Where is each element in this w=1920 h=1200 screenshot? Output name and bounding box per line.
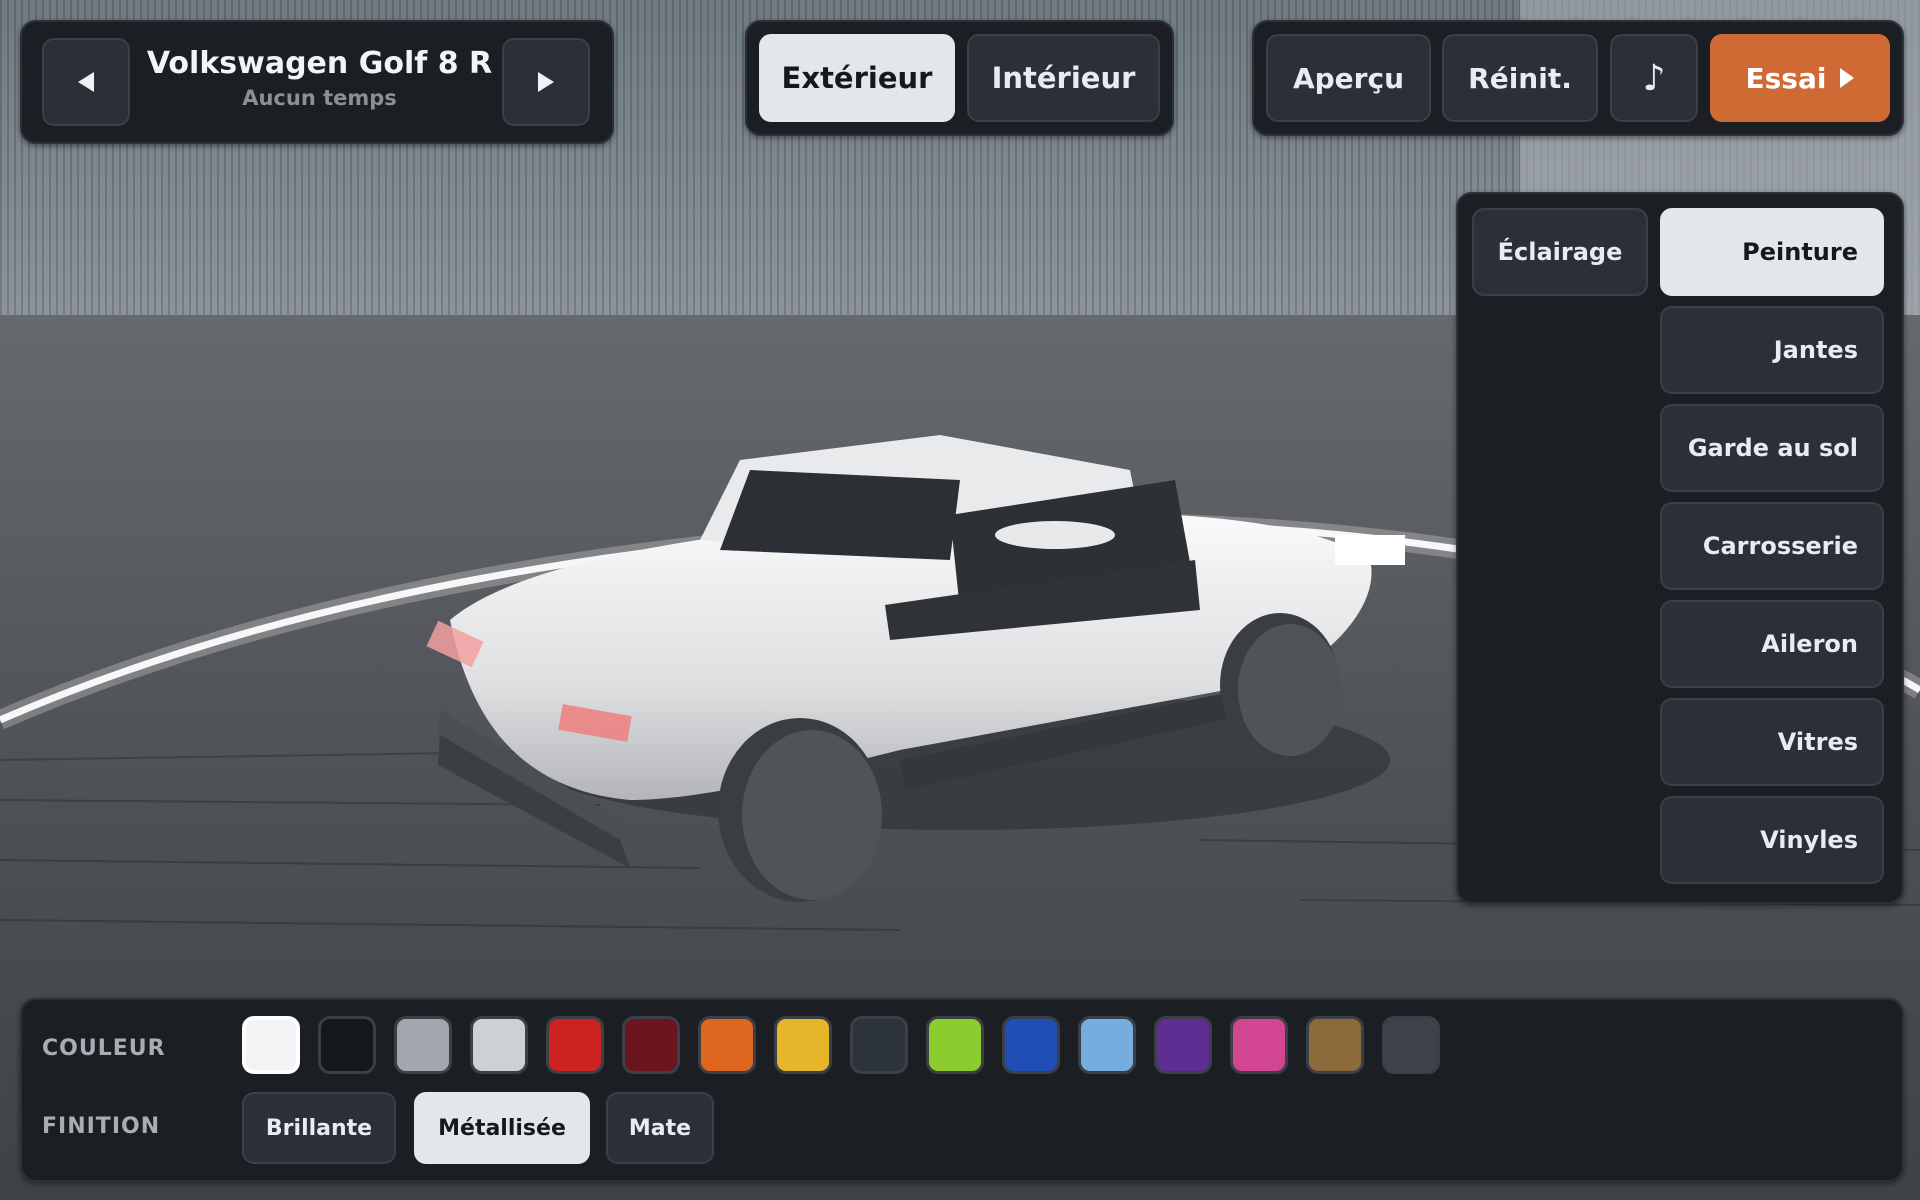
preview-label: Aperçu [1292,61,1405,95]
color-swatch[interactable] [926,1016,984,1074]
preview-button[interactable]: Aperçu [1266,34,1431,122]
previous-car-button[interactable] [42,38,130,126]
menu-item-label: Peinture [1742,238,1858,266]
play-icon [1840,68,1855,88]
menu-item-label: Aileron [1761,630,1858,658]
test-drive-label: Essai [1745,61,1827,95]
color-swatch[interactable] [1230,1016,1288,1074]
arrow-left-icon [78,72,94,92]
tab-exterior[interactable]: Extérieur [759,34,955,122]
arrow-right-icon [538,72,554,92]
menu-item-bodywork[interactable]: Carrosserie [1660,502,1884,590]
actions-panel: Aperçu Réinit. ♪ Essai [1252,20,1904,136]
menu-item-label: Carrosserie [1702,532,1858,560]
finish-label: Mate [628,1115,692,1141]
menu-item-label: Jantes [1773,336,1858,364]
color-swatch[interactable] [1078,1016,1136,1074]
color-swatch[interactable] [242,1016,300,1074]
color-swatch[interactable] [1306,1016,1364,1074]
lighting-label: Éclairage [1497,238,1623,266]
finish-metallic-button[interactable]: Métallisée [414,1092,590,1164]
color-swatch[interactable] [470,1016,528,1074]
menu-item-label: Vitres [1777,728,1858,756]
finish-label: Brillante [265,1115,373,1141]
reset-label: Réinit. [1468,61,1572,95]
color-swatch[interactable] [1382,1016,1440,1074]
car-selector-panel: Volkswagen Golf 8 R Aucun temps [20,20,614,144]
test-drive-button[interactable]: Essai [1710,34,1890,122]
menu-item-ride-height[interactable]: Garde au sol [1660,404,1884,492]
color-swatch[interactable] [318,1016,376,1074]
color-swatch[interactable] [1154,1016,1212,1074]
color-row-label: COULEUR [42,1036,166,1061]
reset-button[interactable]: Réinit. [1442,34,1598,122]
finish-matte-button[interactable]: Mate [606,1092,714,1164]
finish-gloss-button[interactable]: Brillante [242,1092,396,1164]
menu-item-paint[interactable]: Peinture [1660,208,1884,296]
color-swatch[interactable] [622,1016,680,1074]
tab-interior[interactable]: Intérieur [967,34,1160,122]
color-swatch[interactable] [546,1016,604,1074]
color-swatch[interactable] [394,1016,452,1074]
menu-item-vinyls[interactable]: Vinyles [1660,796,1884,884]
music-button[interactable]: ♪ [1610,34,1698,122]
view-tabs-panel: Extérieur Intérieur [745,20,1174,136]
menu-item-spoiler[interactable]: Aileron [1660,600,1884,688]
next-car-button[interactable] [502,38,590,126]
menu-item-label: Garde au sol [1687,434,1858,462]
color-swatch[interactable] [850,1016,908,1074]
color-swatch[interactable] [774,1016,832,1074]
color-swatch[interactable] [1002,1016,1060,1074]
color-swatch[interactable] [698,1016,756,1074]
finish-row-label: FINITION [42,1114,161,1139]
paint-panel: COULEUR FINITION Brillante Métallisée Ma… [20,998,1904,1182]
lighting-button[interactable]: Éclairage [1472,208,1648,296]
car-best-time: Aucun temps [242,86,397,110]
menu-item-windows[interactable]: Vitres [1660,698,1884,786]
finish-label: Métallisée [438,1115,566,1141]
tab-interior-label: Intérieur [991,61,1136,95]
menu-item-label: Vinyles [1760,826,1858,854]
music-note-icon: ♪ [1642,57,1666,99]
menu-item-wheels[interactable]: Jantes [1660,306,1884,394]
customization-menu: Éclairage Peinture Jantes Garde au sol C… [1456,192,1904,904]
car-name: Volkswagen Golf 8 R [146,46,493,81]
tab-exterior-label: Extérieur [781,61,933,95]
